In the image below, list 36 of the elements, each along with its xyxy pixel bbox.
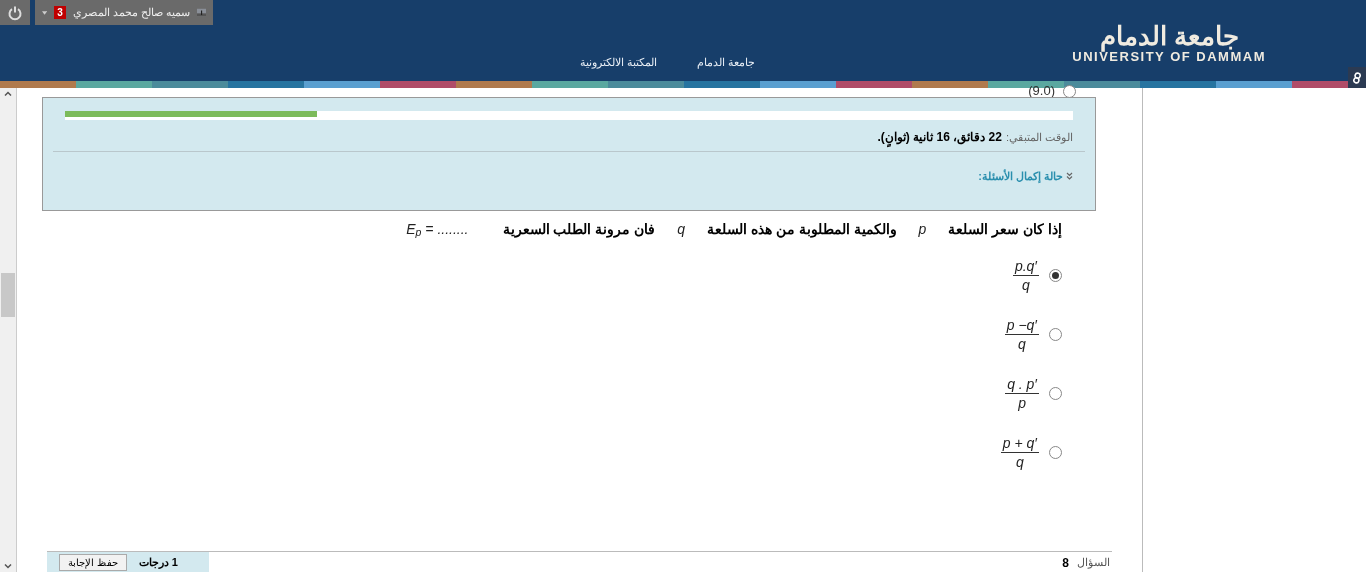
caret-icon: [42, 9, 48, 16]
fraction: p.q′ q: [1012, 257, 1039, 294]
scrollbar[interactable]: [0, 88, 17, 572]
points-text: 1 درجات: [138, 555, 178, 571]
time-label: الوقت المتبقي:: [1005, 129, 1073, 146]
nav-link[interactable]: جامعة الدمام: [697, 54, 756, 71]
radio-button[interactable]: [1049, 387, 1062, 400]
time-remaining: 22 دقائق، 16 ثانية (ثوانٍ).: [877, 128, 1002, 146]
power-button[interactable]: [0, 0, 30, 25]
save-answer-button[interactable]: حفظ الإجابة: [59, 554, 127, 571]
power-icon: [7, 4, 23, 21]
scroll-thumb[interactable]: [1, 273, 15, 317]
question-text: فان مرونة الطلب السعرية: [502, 219, 656, 240]
question-number: 8: [1062, 554, 1069, 572]
question-text: والكمية المطلوبة من هذه السلعة: [706, 219, 897, 240]
radio-button[interactable]: [1049, 446, 1062, 459]
question-label: السؤال: [1077, 554, 1110, 571]
link-icon: [1352, 71, 1362, 84]
scroll-down-icon: [4, 564, 12, 569]
radio-button[interactable]: [1049, 269, 1062, 282]
math-variable: p: [917, 219, 928, 239]
fraction: p −q′ q: [1004, 316, 1039, 353]
user-name: سميه صالح محمد المصري: [72, 5, 190, 21]
option-text: (9.0): [1028, 82, 1055, 101]
question-text: إذا كان سعر السلعة: [948, 219, 1062, 240]
scroll-up-icon: [4, 91, 12, 96]
notification-badge: 3: [54, 6, 66, 19]
logo-arabic: جامعة الدمام: [1099, 22, 1239, 50]
nav-link[interactable]: المكتبة الالكترونية: [580, 54, 658, 71]
chevron-down-icon: [1066, 172, 1073, 181]
math-variable: q: [676, 219, 686, 239]
link-button[interactable]: [1348, 67, 1366, 88]
radio-button[interactable]: [1049, 328, 1062, 341]
math-expression: E$_{p}$ = ........: [406, 219, 470, 240]
fraction: p + q′ q: [1000, 434, 1039, 471]
fraction: q . p′ p: [1005, 375, 1039, 412]
